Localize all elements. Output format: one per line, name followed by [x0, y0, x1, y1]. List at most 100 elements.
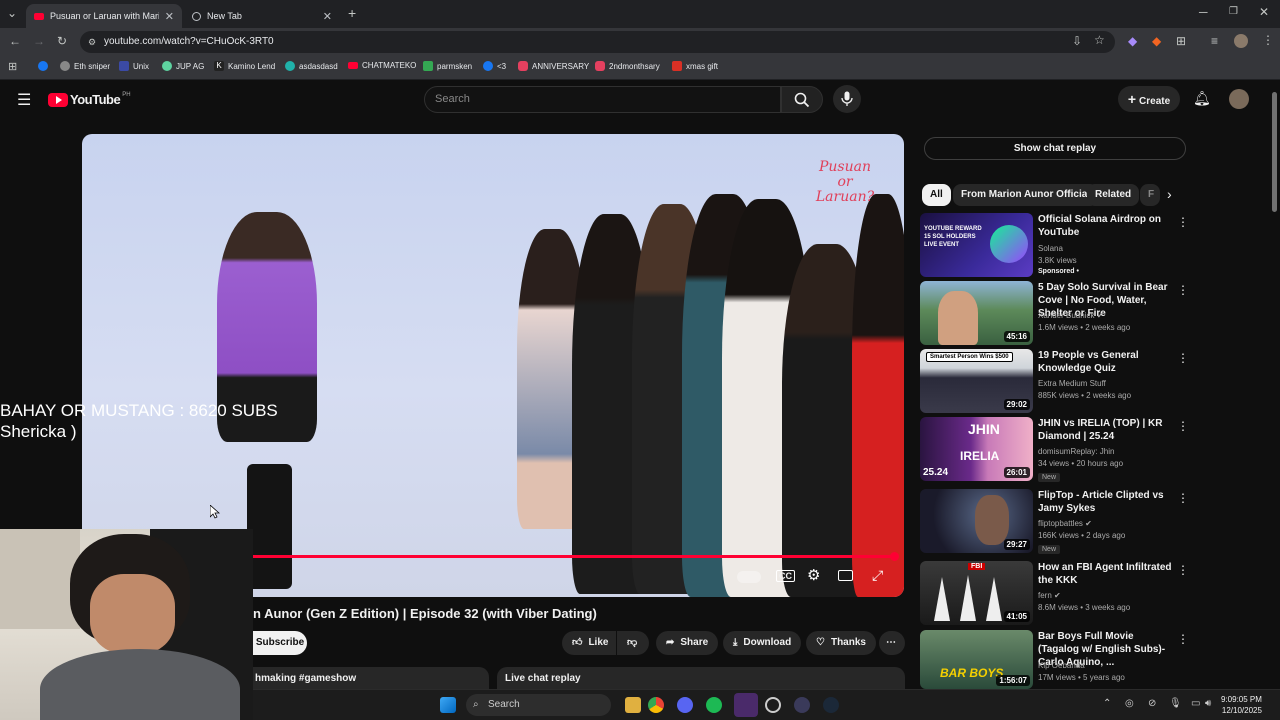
close-window-button[interactable]: ✕	[1259, 5, 1269, 19]
autoplay-toggle[interactable]	[737, 571, 761, 583]
bookmark-facebook[interactable]	[38, 61, 52, 71]
recommendation-item[interactable]: 45:16 5 Day Solo Survival in Bear Cove |…	[920, 281, 1190, 345]
reading-list-icon[interactable]: ≡	[1211, 34, 1218, 48]
bookmark-asdasdasd[interactable]: asdasdasd	[285, 61, 338, 71]
chrome-menu-icon[interactable]: ⋮	[1262, 33, 1274, 47]
restore-button[interactable]: ❐	[1229, 6, 1238, 17]
voice-search-button[interactable]	[833, 85, 861, 113]
search-input[interactable]: Search	[424, 86, 781, 113]
bookmark-2ndmonthsary[interactable]: 2ndmonthsary	[595, 61, 660, 71]
address-bar[interactable]: ⚙ youtube.com/watch?v=CHuOcK-3RT0	[80, 31, 1115, 53]
back-button[interactable]: ←	[9, 34, 21, 48]
theater-mode-icon[interactable]	[838, 570, 853, 581]
microphone-tray-icon[interactable]: 🎙︎	[1169, 698, 1182, 709]
apps-grid-icon[interactable]: ⊞	[8, 60, 17, 73]
chip-related[interactable]: Related	[1087, 184, 1140, 206]
show-chat-replay-button[interactable]: Show chat replay	[924, 137, 1186, 160]
more-vertical-icon[interactable]: ⋮	[1177, 563, 1189, 577]
bookmark-chatmateko[interactable]: CHATMATEKO	[348, 61, 416, 70]
scrollbar-thumb[interactable]	[1272, 92, 1277, 212]
taskbar-search[interactable]: ⌕ Search	[466, 694, 611, 716]
bookmark-jup-ag[interactable]: JUP AG	[162, 61, 204, 71]
recommendation-channel[interactable]: fern ✔	[1038, 590, 1061, 602]
video-thumbnail[interactable]: BAR BOYS 1:56:07	[920, 630, 1033, 689]
video-player[interactable]: Pusuan or Laruan? CC ⚙ ⤢	[82, 134, 904, 597]
recommendation-channel[interactable]: Solana	[1038, 243, 1063, 255]
download-button[interactable]: ⤓ Download	[723, 631, 802, 655]
recommendation-item[interactable]: JHIN IRELIA 25.24 26:01 JHIN vs IRELIA (…	[920, 417, 1190, 482]
chip-truncated[interactable]: F	[1140, 184, 1160, 206]
recommendation-channel[interactable]: Xander Budnick ✔	[1038, 310, 1103, 322]
notifications-bell-icon[interactable]: 🔔︎	[1193, 90, 1211, 107]
volume-icon[interactable]: 🔊︎	[1205, 698, 1211, 709]
extension-icon[interactable]: ◆	[1128, 34, 1137, 48]
account-avatar[interactable]	[1229, 89, 1249, 109]
bookmark-heart[interactable]: <3	[483, 61, 506, 71]
chip-all[interactable]: All	[922, 184, 951, 206]
recommendation-channel[interactable]: Kip Oebanda	[1038, 660, 1085, 672]
more-vertical-icon[interactable]: ⋮	[1177, 632, 1189, 646]
network-icon[interactable]: ▭	[1191, 698, 1200, 709]
video-thumbnail[interactable]: JHIN IRELIA 25.24 26:01	[920, 417, 1033, 481]
chip-from-channel[interactable]: From Marion Aunor Official	[953, 184, 1099, 206]
description-box[interactable]: hmaking #gameshow	[253, 667, 489, 691]
bookmark-unix[interactable]: Unix	[119, 61, 149, 71]
fullscreen-icon[interactable]: ⤢	[872, 567, 883, 584]
bookmark-star-icon[interactable]: ☆	[1094, 33, 1105, 47]
windows-start-icon[interactable]	[440, 697, 456, 713]
notifications-off-icon[interactable]: ⊘	[1148, 698, 1156, 709]
video-thumbnail[interactable]: FBI 41:05	[920, 561, 1033, 625]
more-vertical-icon[interactable]: ⋮	[1177, 491, 1189, 505]
tray-chevron-icon[interactable]: ⌃	[1103, 698, 1111, 709]
more-vertical-icon[interactable]: ⋮	[1177, 215, 1189, 229]
settings-gear-icon[interactable]: ⚙	[807, 566, 820, 584]
app-icon[interactable]	[794, 697, 810, 713]
close-tab-icon[interactable]: ✕	[165, 10, 174, 23]
tab-new-tab[interactable]: New Tab ✕	[184, 4, 340, 28]
video-thumbnail[interactable]: YOUTUBE REWARD 15 SOL HOLDERS LIVE EVENT	[920, 213, 1033, 277]
recommendation-channel[interactable]: domisumReplay: Jhin	[1038, 446, 1114, 458]
recommendation-channel[interactable]: Extra Medium Stuff	[1038, 378, 1106, 390]
video-thumbnail[interactable]: Smartest Person Wins $500 29:02	[920, 349, 1033, 413]
profile-avatar[interactable]	[1234, 34, 1248, 48]
reload-button[interactable]: ↻	[57, 34, 67, 48]
video-thumbnail[interactable]: 29:27	[920, 489, 1033, 553]
dislike-button[interactable]: 👎︎	[617, 631, 649, 655]
close-tab-icon[interactable]: ✕	[323, 10, 332, 23]
tab-youtube[interactable]: Pusuan or Laruan with Marion A ✕	[26, 4, 182, 28]
subtitles-cc-icon[interactable]: CC	[776, 570, 795, 582]
recommendation-item[interactable]: BAR BOYS 1:56:07 Bar Boys Full Movie (Ta…	[920, 630, 1190, 694]
more-vertical-icon[interactable]: ⋮	[1177, 283, 1189, 297]
steam-icon[interactable]	[823, 697, 839, 713]
search-button[interactable]	[781, 86, 823, 113]
progress-bar[interactable]	[252, 555, 897, 558]
page-scrollbar[interactable]	[1268, 80, 1280, 689]
chevron-right-icon[interactable]: ›	[1167, 186, 1172, 202]
chrome-icon[interactable]	[648, 697, 664, 713]
live-chat-replay-header[interactable]: Live chat replay	[497, 667, 905, 691]
minimize-button[interactable]: ─	[1199, 5, 1208, 19]
recommendation-item[interactable]: YOUTUBE REWARD 15 SOL HOLDERS LIVE EVENT…	[920, 213, 1190, 277]
more-vertical-icon[interactable]: ⋮	[1177, 351, 1189, 365]
bookmark-parmsken[interactable]: parmsken	[423, 61, 472, 71]
extension-fox-icon[interactable]: ◆	[1152, 34, 1161, 48]
app-icon[interactable]	[765, 697, 781, 713]
recommendation-item[interactable]: FBI 41:05 How an FBI Agent Infiltrated t…	[920, 561, 1190, 625]
share-button[interactable]: ➦ Share	[656, 631, 719, 655]
file-explorer-icon[interactable]	[625, 697, 641, 713]
bookmark-eth-sniper[interactable]: Eth sniper	[60, 61, 110, 71]
progress-scrubber[interactable]	[890, 552, 899, 561]
bookmark-kamino[interactable]: K Kamino Lend	[214, 61, 275, 71]
recommendation-channel[interactable]: fliptopbattles ✔	[1038, 518, 1092, 530]
like-button[interactable]: 👍︎ Like	[562, 631, 616, 655]
bookmark-anniversary[interactable]: ANNIVERSARY	[518, 61, 589, 71]
tab-search-icon[interactable]: ⌄	[7, 6, 17, 20]
system-clock[interactable]: 9:09:05 PM 12/10/2025	[1221, 694, 1262, 716]
create-button[interactable]: + Create	[1118, 86, 1180, 112]
site-info-icon[interactable]: ⚙	[88, 31, 96, 53]
streaming-app-icon[interactable]	[734, 693, 758, 717]
more-vertical-icon[interactable]: ⋮	[1177, 419, 1189, 433]
forward-button[interactable]: →	[33, 34, 45, 48]
subscribe-button[interactable]: Subscribe	[253, 631, 307, 655]
new-tab-button[interactable]: +	[348, 5, 356, 21]
